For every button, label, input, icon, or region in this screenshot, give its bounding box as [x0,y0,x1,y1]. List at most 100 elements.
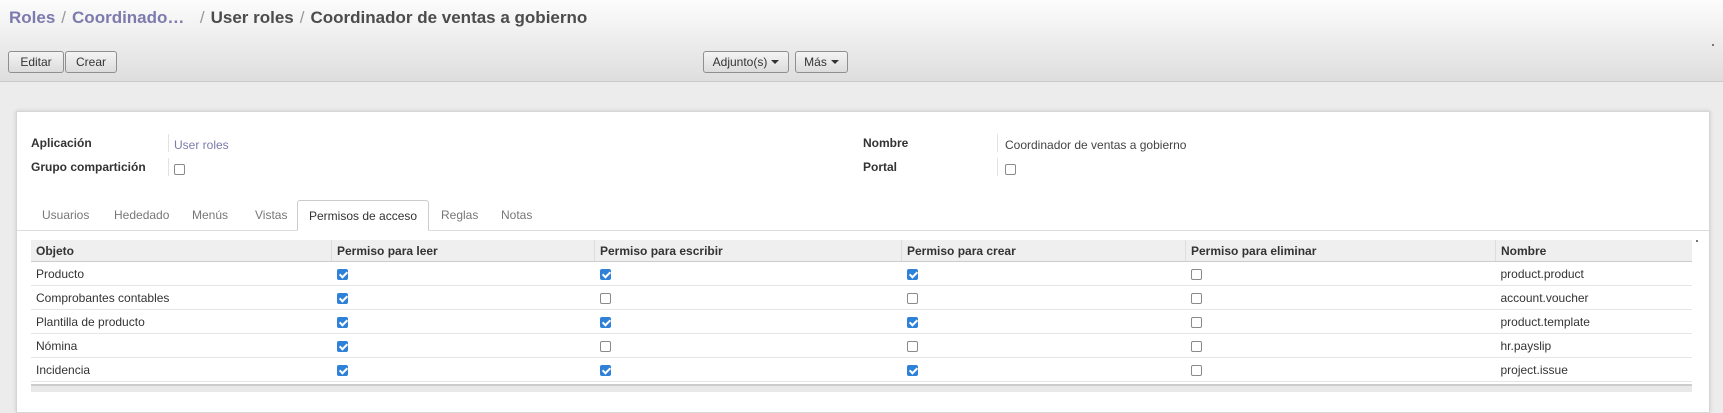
tab-vistas[interactable]: Vistas [255,200,287,230]
checkbox-create[interactable] [906,316,918,328]
cell-write [594,357,902,382]
share-group-checkbox[interactable] [174,164,185,175]
cell-object: Nómina [31,333,332,358]
cell-name: hr.payslip [1495,333,1692,358]
cell-delete [1185,309,1496,334]
checkbox-write[interactable] [599,316,611,328]
edit-button[interactable]: Editar [8,51,64,73]
column-header-read[interactable]: Permiso para leer [331,240,595,262]
table-row[interactable]: Plantilla de producto product.template [31,309,1692,334]
checkbox-read[interactable] [336,364,348,376]
cell-read [331,309,595,334]
table-row[interactable]: Incidencia project.issue [31,357,1692,382]
checkbox-delete[interactable] [1190,316,1202,328]
notebook-tabs: Usuarios Hededado Menús Vistas Permisos … [17,200,1709,231]
checkbox-write[interactable] [599,268,611,280]
share-group-label: Grupo compartición [31,160,146,174]
checkbox-create[interactable] [906,292,918,304]
application-label: Aplicación [31,136,92,150]
breadcrumb: Roles / Coordinado… / User roles / Coordinado… [9,8,587,28]
cell-delete [1185,357,1496,382]
column-header-write[interactable]: Permiso para escribir [594,240,902,262]
checkbox-read[interactable] [336,316,348,328]
cell-name: project.issue [1495,357,1692,382]
checkbox-write[interactable] [599,340,611,352]
checkbox-delete[interactable] [1190,340,1202,352]
name-label: Nombre [863,136,909,150]
more-label: Más [804,55,827,69]
breadcrumb-item-user-roles: User roles [210,8,294,27]
cell-object: Producto [31,261,332,286]
cell-name: product.product [1495,261,1692,286]
cell-write [594,261,902,286]
cell-delete [1185,333,1496,358]
cell-create [901,285,1186,310]
application-field[interactable]: User roles [174,138,229,152]
dot-icon [1712,44,1714,46]
cell-create [901,261,1186,286]
tab-notas[interactable]: Notas [501,200,532,230]
cell-name: account.voucher [1495,285,1692,310]
checkbox-delete[interactable] [1190,364,1202,376]
tab-menus[interactable]: Menús [192,200,228,230]
caret-down-icon [771,60,780,64]
control-panel: Roles / Coordinado… / User roles / Coordinado… [0,0,1723,82]
breadcrumb-separator: / [61,8,67,27]
cell-create [901,333,1186,358]
checkbox-write[interactable] [599,292,611,304]
checkbox-create[interactable] [906,340,918,352]
table-row[interactable]: Nómina hr.payslip [31,333,1692,358]
attachments-label: Adjunto(s) [712,55,768,69]
table-footer [31,384,1692,392]
table-row[interactable]: Comprobantes contables account.voucher [31,285,1692,310]
cell-read [331,357,595,382]
cell-read [331,333,595,358]
table-row[interactable]: Producto product.product [31,261,1692,286]
cell-object: Incidencia [31,357,332,382]
tab-reglas[interactable]: Reglas [441,200,478,230]
breadcrumb-separator: / [299,8,305,27]
cell-write [594,333,902,358]
tab-usuarios[interactable]: Usuarios [42,200,89,230]
cell-create [901,357,1186,382]
caret-down-icon [830,60,839,64]
tab-permisos-de-acceso[interactable]: Permisos de acceso [297,200,430,231]
cell-create [901,309,1186,334]
cell-name: product.template [1495,309,1692,334]
checkbox-read[interactable] [336,292,348,304]
access-rights-table: Objeto Permiso para leer Permiso para es… [31,240,1692,382]
divider [997,158,998,176]
checkbox-create[interactable] [906,364,918,376]
breadcrumb-item-coordinador[interactable]: Coordinado… [72,8,184,27]
cell-delete [1185,261,1496,286]
create-button[interactable]: Crear [65,51,117,73]
more-dropdown-button[interactable]: Más [795,51,848,73]
tab-hededado[interactable]: Hededado [114,200,169,230]
checkbox-read[interactable] [336,340,348,352]
cell-read [331,285,595,310]
breadcrumb-item-roles[interactable]: Roles [9,8,55,27]
checkbox-delete[interactable] [1190,292,1202,304]
attachments-dropdown-button[interactable]: Adjunto(s) [703,51,789,73]
column-header-object[interactable]: Objeto [31,240,332,262]
page-title: Coordinador de ventas a gobierno [310,8,588,27]
column-header-create[interactable]: Permiso para crear [901,240,1186,262]
checkbox-read[interactable] [336,268,348,280]
form-sheet: Aplicación User roles Grupo compartición… [16,111,1710,413]
checkbox-create[interactable] [906,268,918,280]
name-field[interactable]: Coordinador de ventas a gobierno [1005,138,1186,152]
portal-checkbox[interactable] [1005,164,1016,175]
checkbox-write[interactable] [599,364,611,376]
cell-write [594,309,902,334]
checkbox-delete[interactable] [1190,268,1202,280]
breadcrumb-separator: / [190,8,205,27]
table-header-row: Objeto Permiso para leer Permiso para es… [31,240,1692,262]
column-header-delete[interactable]: Permiso para eliminar [1185,240,1496,262]
portal-label: Portal [863,160,898,174]
column-header-name[interactable]: Nombre [1495,240,1692,262]
dot-icon [1696,240,1698,242]
divider [997,134,998,152]
cell-object: Comprobantes contables [31,285,332,310]
divider [168,158,169,176]
divider [168,134,169,152]
